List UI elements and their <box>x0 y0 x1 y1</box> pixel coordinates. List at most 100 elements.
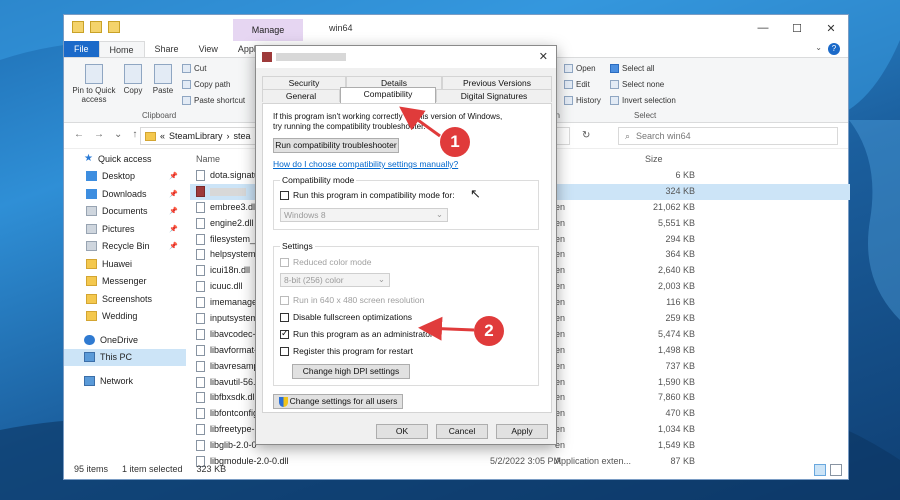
breadcrumb-steam[interactable]: stea <box>234 131 251 141</box>
tab-digital-signatures[interactable]: Digital Signatures <box>436 89 552 102</box>
quick-access-toolbar <box>72 21 120 33</box>
paste-shortcut-button[interactable]: Paste shortcut <box>182 96 245 105</box>
forward-icon[interactable]: → <box>94 129 104 140</box>
minimize-icon[interactable]: — <box>746 15 780 41</box>
mouse-cursor-icon: ↖ <box>470 186 481 201</box>
tab-previous-versions[interactable]: Previous Versions <box>442 76 552 89</box>
sidebar-item-wedding[interactable]: Wedding <box>64 308 186 326</box>
pin-icon[interactable]: 📌 <box>169 190 178 198</box>
select-none-button[interactable]: Select none <box>610 80 664 89</box>
tab-share[interactable]: Share <box>145 41 189 57</box>
file-size: 294 KB <box>665 233 695 244</box>
file-name: icui18n.dll <box>210 265 251 276</box>
breadcrumb-steamlibrary[interactable]: SteamLibrary <box>169 131 223 141</box>
pin-icon[interactable]: 📌 <box>169 207 178 215</box>
ok-button[interactable]: OK <box>376 424 428 439</box>
sidebar-item-screenshots[interactable]: Screenshots <box>64 290 186 308</box>
column-name[interactable]: Name <box>196 154 220 164</box>
file-size: 5,551 KB <box>657 217 695 228</box>
recent-locations-icon[interactable]: ⌄ <box>114 129 122 140</box>
edit-button[interactable]: Edit <box>564 80 590 89</box>
paste-shortcut-icon <box>182 96 191 105</box>
paste-icon <box>154 64 172 84</box>
dll-file-icon <box>196 440 205 452</box>
folder-icon[interactable] <box>72 21 84 33</box>
pin-icon[interactable]: 📌 <box>169 225 178 233</box>
tab-file[interactable]: File <box>64 41 99 57</box>
tab-home[interactable]: Home <box>98 41 145 57</box>
search-icon: ⌕ <box>625 130 631 141</box>
sidebar-item-messenger[interactable]: Messenger <box>64 273 186 291</box>
copy-button[interactable]: Copy <box>120 64 146 95</box>
open-button[interactable]: Open <box>564 64 596 73</box>
history-button[interactable]: History <box>564 96 601 105</box>
sidebar-item-network[interactable]: Network <box>64 372 186 390</box>
tab-compatibility[interactable]: Compatibility <box>340 87 436 103</box>
file-size: 1,034 KB <box>657 424 695 435</box>
cut-button[interactable]: Cut <box>182 64 206 73</box>
pin-icon[interactable]: 📌 <box>169 172 178 180</box>
history-icon <box>564 96 573 105</box>
maximize-icon[interactable]: ☐ <box>780 15 814 41</box>
help-link[interactable]: How do I choose compatibility settings m… <box>273 159 458 169</box>
file-name: libglib-2.0-0 <box>210 440 257 451</box>
run-640-checkbox[interactable]: Run in 640 x 480 screen resolution <box>280 295 424 305</box>
sidebar-item-desktop[interactable]: Desktop 📌 <box>64 168 186 186</box>
cancel-button[interactable]: Cancel <box>436 424 488 439</box>
compat-mode-checkbox[interactable]: Run this program in compatibility mode f… <box>280 190 455 200</box>
tab-general[interactable]: General <box>262 89 340 102</box>
paste-button[interactable]: Paste <box>150 64 176 95</box>
file-name: libfontconfig <box>210 408 259 419</box>
title-bar: Manage win64 — ☐ ✕ <box>64 15 848 41</box>
sidebar-item-recycle-bin[interactable]: Recycle Bin 📌 <box>64 238 186 256</box>
file-name: engine2.dll <box>210 217 254 228</box>
copy-path-button[interactable]: Copy path <box>182 80 230 89</box>
nav-arrows: ← → ⌄ ↑ <box>74 129 137 140</box>
close-icon[interactable]: ✕ <box>539 50 548 63</box>
sidebar-item-this-pc[interactable]: This PC <box>64 348 186 366</box>
file-size: 2,003 KB <box>657 281 695 292</box>
pin-to-quick-access-button[interactable]: Pin to Quick access <box>68 64 120 104</box>
register-restart-checkbox[interactable]: Register this program for restart <box>280 346 413 356</box>
run-as-admin-checkbox[interactable]: Run this program as an administrator <box>280 328 433 339</box>
settings-group: Settings Reduced color mode 8-bit (256) … <box>273 241 539 386</box>
checkbox-box <box>280 190 289 200</box>
color-depth-select[interactable]: 8-bit (256) color <box>280 273 390 287</box>
refresh-icon[interactable]: ↻ <box>582 130 590 141</box>
sidebar-item-documents[interactable]: Documents 📌 <box>64 203 186 221</box>
tab-security[interactable]: Security <box>262 76 346 89</box>
file-size: 21,062 KB <box>652 201 695 212</box>
up-icon[interactable]: ↑ <box>132 129 137 140</box>
close-icon[interactable]: ✕ <box>814 15 848 41</box>
sidebar-item-pictures[interactable]: Pictures 📌 <box>64 220 186 238</box>
column-size[interactable]: Size <box>645 154 663 164</box>
help-icon[interactable]: ? <box>828 43 840 55</box>
sidebar-item-huawei[interactable]: Huawei <box>64 255 186 273</box>
select-all-button[interactable]: Select all <box>610 64 654 73</box>
reduced-color-checkbox[interactable]: Reduced color mode <box>280 257 371 267</box>
expand-ribbon-icon[interactable]: ⌄ <box>815 43 822 52</box>
tab-view[interactable]: View <box>189 41 228 57</box>
details-view-icon[interactable] <box>814 464 826 476</box>
run-troubleshooter-button[interactable]: Run compatibility troubleshooter <box>273 138 399 153</box>
manage-context-tab[interactable]: Manage <box>233 19 303 41</box>
sidebar-item-quick-access[interactable]: ★ Quick access <box>64 150 186 168</box>
apply-button[interactable]: Apply <box>496 424 548 439</box>
change-all-users-button[interactable]: Change settings for all users <box>273 394 403 409</box>
back-icon[interactable]: ← <box>74 129 84 140</box>
checkbox-box <box>280 257 289 267</box>
sidebar-item-onedrive[interactable]: OneDrive <box>64 331 186 349</box>
large-icons-view-icon[interactable] <box>830 464 842 476</box>
pin-icon[interactable]: 📌 <box>169 242 178 250</box>
invert-selection-button[interactable]: Invert selection <box>610 96 676 105</box>
sidebar-item-downloads[interactable]: Downloads 📌 <box>64 185 186 203</box>
disable-fullscreen-checkbox[interactable]: Disable fullscreen optimizations <box>280 312 412 322</box>
dll-file-icon <box>196 281 205 293</box>
select-all-icon <box>610 64 619 73</box>
dll-file-icon <box>196 201 205 213</box>
change-dpi-button[interactable]: Change high DPI settings <box>292 364 410 379</box>
properties-icon[interactable] <box>90 21 102 33</box>
new-folder-icon[interactable] <box>108 21 120 33</box>
search-input[interactable]: ⌕ Search win64 <box>618 127 838 145</box>
compat-os-select[interactable]: Windows 8 <box>280 208 448 222</box>
